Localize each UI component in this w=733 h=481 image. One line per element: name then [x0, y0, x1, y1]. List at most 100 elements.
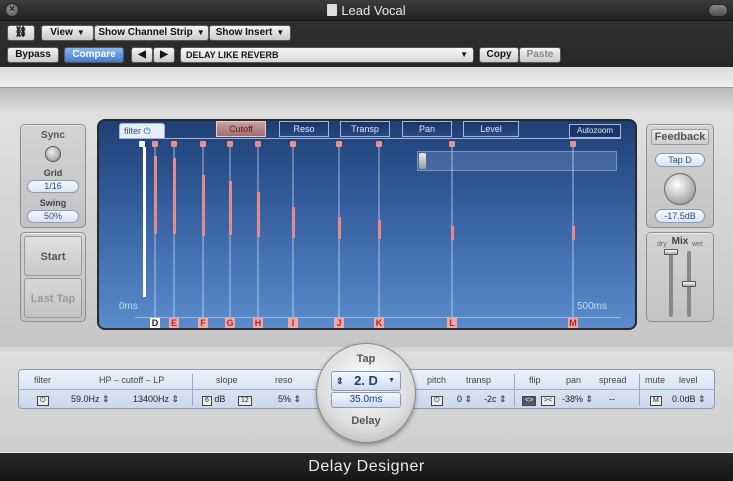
- filter-tab[interactable]: filter ⏻: [119, 123, 165, 139]
- tap-display[interactable]: filter ⏻ Cutoff Reso Transp Pan Level Autozo…: [97, 119, 637, 330]
- chevron-down-icon: ▼: [196, 28, 205, 37]
- view-menu-label: View: [50, 27, 73, 38]
- feedback-value[interactable]: -17.5dB: [655, 209, 705, 223]
- overview-handle[interactable]: [419, 153, 426, 169]
- tap-marker-j[interactable]: [336, 141, 342, 147]
- view-tab-pan[interactable]: Pan: [402, 121, 452, 137]
- view-tab-cutoff[interactable]: Cutoff: [216, 121, 266, 137]
- tap-label-d[interactable]: D: [150, 318, 160, 328]
- display-top-rule: [135, 138, 621, 139]
- previous-preset-button[interactable]: ◀: [131, 47, 153, 63]
- slope-12db-button[interactable]: 12: [238, 394, 252, 406]
- tap-label-k[interactable]: K: [374, 318, 384, 328]
- show-insert-label: Show Insert: [215, 27, 273, 38]
- show-channel-strip-menu[interactable]: Show Channel Strip ▼: [94, 25, 209, 41]
- tap-marker-g[interactable]: [227, 141, 233, 147]
- time-start-label: 0ms: [119, 301, 138, 312]
- view-tab-level[interactable]: Level: [463, 121, 519, 137]
- chevron-down-icon: ▼: [276, 28, 285, 37]
- cutoff-bar-d[interactable]: [154, 156, 157, 234]
- overview-strip[interactable]: [417, 151, 617, 171]
- copy-button[interactable]: Copy: [479, 47, 519, 63]
- tap-label-j[interactable]: J: [334, 318, 344, 328]
- pan-value[interactable]: -38% ⇕: [562, 394, 593, 405]
- feedback-knob[interactable]: [664, 173, 696, 205]
- pitch-power-button[interactable]: ⏻: [431, 394, 443, 406]
- lp-value-text: 13400Hz: [133, 394, 170, 404]
- cutoff-bar-m[interactable]: [572, 226, 575, 240]
- tap-marker-l[interactable]: [449, 141, 455, 147]
- cutoff-bar-i[interactable]: [292, 207, 295, 238]
- tap-label-i[interactable]: I: [288, 318, 298, 328]
- delay-time-field[interactable]: 35.0ms: [331, 392, 401, 408]
- tap-marker-d[interactable]: [152, 141, 158, 147]
- tap-label-e[interactable]: E: [169, 318, 179, 328]
- swing-label: Swing: [39, 198, 67, 208]
- tap-label-g[interactable]: G: [225, 318, 235, 328]
- feedback-tap-field[interactable]: Tap D: [655, 153, 705, 167]
- autozoom-button[interactable]: Autozoom: [569, 124, 621, 138]
- slope-6db-button[interactable]: 6 dB: [202, 394, 225, 406]
- cutoff-bar-g[interactable]: [229, 181, 232, 235]
- tap-marker-m[interactable]: [570, 141, 576, 147]
- sync-toggle[interactable]: [45, 146, 61, 162]
- filter-range-label: HP – cutoff – LP: [99, 375, 165, 385]
- stepper-icon: ⇕: [336, 376, 344, 386]
- feedback-panel: Feedback Tap D -17.5dB: [646, 124, 714, 228]
- toolbar-toggle-button[interactable]: [708, 4, 728, 17]
- selected-tap: 2. D: [354, 373, 378, 388]
- next-preset-button[interactable]: ▶: [153, 47, 175, 63]
- compare-button[interactable]: Compare: [64, 47, 124, 63]
- reso-value[interactable]: 5% ⇕: [278, 394, 301, 405]
- paste-button[interactable]: Paste: [519, 47, 561, 63]
- transp-value[interactable]: -2c ⇕: [484, 394, 507, 405]
- cutoff-bar-e[interactable]: [173, 158, 176, 234]
- bypass-button[interactable]: Bypass: [7, 47, 59, 63]
- preset-menu[interactable]: DELAY LIKE REVERB ▼: [180, 47, 474, 63]
- tap-marker-selected[interactable]: [139, 141, 145, 147]
- tap-label-h[interactable]: H: [253, 318, 263, 328]
- tap-label-m[interactable]: M: [568, 318, 578, 328]
- tap-marker-i[interactable]: [290, 141, 296, 147]
- chevron-down-icon: ▼: [388, 377, 395, 384]
- tap-label-f[interactable]: F: [198, 318, 208, 328]
- feedback-button[interactable]: Feedback: [651, 129, 709, 145]
- view-tab-transp[interactable]: Transp: [340, 121, 390, 137]
- tap-marker-e[interactable]: [171, 141, 177, 147]
- filter-tab-label: filter: [124, 126, 142, 136]
- chevron-down-icon: ▼: [460, 50, 468, 59]
- pan-mode-button[interactable]: ><: [541, 394, 556, 406]
- tap-marker-h[interactable]: [255, 141, 261, 147]
- show-insert-menu[interactable]: Show Insert ▼: [209, 25, 291, 41]
- pitch-value[interactable]: 0 ⇕: [457, 394, 472, 405]
- grid-field[interactable]: 1/16: [27, 180, 79, 193]
- hp-value[interactable]: 59.0Hz ⇕: [71, 394, 110, 405]
- view-tab-reso[interactable]: Reso: [279, 121, 329, 137]
- start-button[interactable]: Start: [24, 236, 82, 276]
- spread-value[interactable]: --: [609, 394, 615, 404]
- tap-selector-menu[interactable]: ⇕ 2. D ▼: [331, 371, 401, 391]
- filter-power-button[interactable]: ⏻: [37, 394, 49, 406]
- swing-field[interactable]: 50%: [27, 210, 79, 223]
- mute-button[interactable]: M: [650, 394, 662, 406]
- cutoff-bar-k[interactable]: [378, 220, 381, 239]
- cutoff-bar-f[interactable]: [202, 175, 205, 236]
- cutoff-bar-j[interactable]: [338, 217, 341, 239]
- lp-value[interactable]: 13400Hz ⇕: [133, 394, 179, 405]
- tap-selector-dial: Tap ⇕ 2. D ▼ 35.0ms Delay: [316, 343, 416, 443]
- link-button[interactable]: ⛓: [7, 25, 35, 41]
- sync-label: Sync: [41, 130, 65, 141]
- cutoff-bar-l[interactable]: [451, 226, 454, 240]
- tap-marker-f[interactable]: [200, 141, 206, 147]
- pan-label: pan: [566, 375, 582, 385]
- tap-label-l[interactable]: L: [447, 318, 457, 328]
- tap-marker-k[interactable]: [376, 141, 382, 147]
- last-tap-button[interactable]: Last Tap: [24, 278, 82, 318]
- view-menu[interactable]: View ▼: [41, 25, 94, 41]
- flip-button[interactable]: <>: [522, 394, 537, 406]
- pitch-value-text: 0: [457, 394, 463, 404]
- dry-slider-handle[interactable]: [664, 249, 678, 255]
- cutoff-bar-h[interactable]: [257, 192, 260, 237]
- level-value[interactable]: 0.0dB ⇕: [672, 394, 706, 405]
- wet-slider-handle[interactable]: [682, 281, 696, 287]
